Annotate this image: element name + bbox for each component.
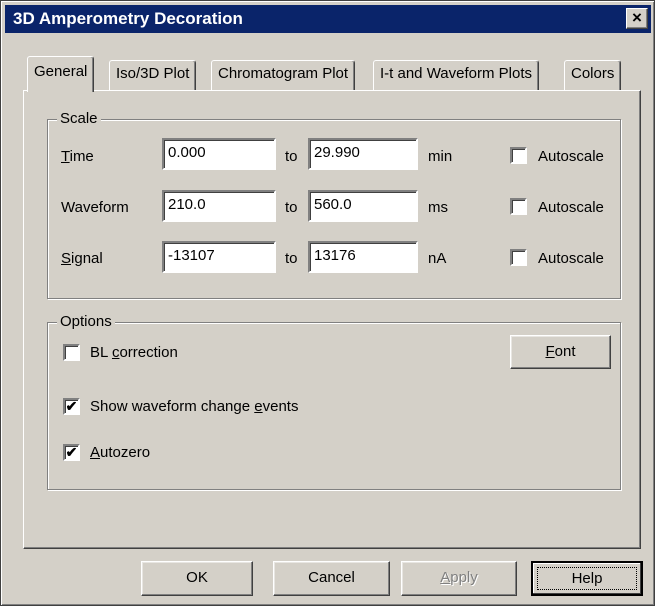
waveform-autoscale-checkbox[interactable]: [510, 198, 527, 215]
font-button-mnemonic: F: [545, 343, 555, 360]
time-from-input[interactable]: 0.000: [162, 138, 276, 170]
cancel-button-label: Cancel: [308, 569, 355, 586]
signal-label-mnemonic: S: [61, 250, 72, 267]
scale-group-label: Scale: [57, 110, 101, 127]
time-label-text: ime: [69, 148, 94, 165]
checkmark-icon: ✔: [65, 444, 78, 460]
autozero-checkbox[interactable]: ✔: [63, 444, 80, 461]
signal-label-text: ignal: [71, 250, 103, 267]
tab-colors-label: Colors: [571, 65, 615, 82]
time-to-input[interactable]: 29.990: [308, 138, 418, 170]
time-autoscale-label: Autoscale: [538, 148, 604, 165]
time-unit: min: [428, 148, 453, 165]
show-waveform-events-checkbox[interactable]: ✔: [63, 398, 80, 415]
signal-from-input[interactable]: -13107: [162, 241, 276, 273]
tab-iso-3d-plot-label: Iso/3D Plot: [116, 65, 190, 82]
signal-autoscale-checkbox[interactable]: [510, 249, 527, 266]
options-group-label: Options: [57, 313, 115, 330]
time-to-label: to: [285, 148, 298, 165]
close-icon: ×: [632, 8, 642, 27]
bl-correction-text-pre: BL: [90, 344, 112, 361]
checkmark-icon: ✔: [65, 398, 78, 414]
autozero-label: Autozero: [90, 444, 150, 461]
ok-button[interactable]: OK: [141, 561, 253, 596]
cancel-button[interactable]: Cancel: [273, 561, 390, 596]
apply-button-label: pply: [450, 569, 478, 586]
waveform-autoscale-label: Autoscale: [538, 199, 604, 216]
bl-correction-label: BL correction: [90, 344, 178, 361]
signal-autoscale-label: Autoscale: [538, 250, 604, 267]
tab-it-waveform-plots-label: I-t and Waveform Plots: [380, 65, 532, 82]
autozero-text: utozero: [100, 444, 151, 461]
time-label: Time: [61, 148, 94, 165]
tab-colors[interactable]: Colors: [564, 60, 622, 90]
title-bar[interactable]: 3D Amperometry Decoration ×: [5, 5, 651, 33]
bl-correction-text-post: orrection: [119, 344, 178, 361]
apply-button-mnemonic: A: [440, 569, 451, 586]
autozero-mnemonic: A: [90, 444, 101, 461]
waveform-to-input[interactable]: 560.0: [308, 190, 418, 222]
time-label-mnemonic: T: [61, 148, 70, 165]
font-button-label: ont: [554, 343, 576, 360]
bl-correction-checkbox[interactable]: [63, 344, 80, 361]
tab-chromatogram-plot[interactable]: Chromatogram Plot: [211, 60, 356, 90]
window-title: 3D Amperometry Decoration: [13, 9, 243, 28]
tab-general-label: General: [34, 63, 88, 80]
signal-unit: nA: [428, 250, 447, 267]
tab-it-waveform-plots[interactable]: I-t and Waveform Plots: [373, 60, 539, 90]
waveform-to-label: to: [285, 199, 298, 216]
show-waveform-text-pre: Show waveform change: [90, 398, 255, 415]
waveform-label-text: Waveform: [61, 199, 129, 216]
dialog-window: 3D Amperometry Decoration × General Iso/…: [0, 0, 655, 606]
close-button[interactable]: ×: [626, 8, 648, 29]
signal-to-input[interactable]: 13176: [308, 241, 418, 273]
show-waveform-events-label: Show waveform change events: [90, 398, 298, 415]
tab-chromatogram-plot-label: Chromatogram Plot: [218, 65, 349, 82]
waveform-from-input[interactable]: 210.0: [162, 190, 276, 222]
show-waveform-text-post: vents: [262, 398, 299, 415]
font-button[interactable]: Font: [510, 335, 611, 369]
help-button[interactable]: Help: [531, 561, 643, 596]
general-tab-panel: Scale Time 0.000 to 29.990 min Autoscale…: [23, 90, 641, 549]
waveform-label: Waveform: [61, 199, 129, 216]
waveform-unit: ms: [428, 199, 448, 216]
ok-button-label: OK: [186, 569, 208, 586]
tab-iso-3d-plot[interactable]: Iso/3D Plot: [109, 60, 197, 90]
tab-general[interactable]: General: [27, 56, 95, 92]
signal-to-label: to: [285, 250, 298, 267]
show-waveform-mnemonic: e: [254, 398, 263, 415]
signal-label: Signal: [61, 250, 103, 267]
help-button-label: Help: [571, 570, 603, 587]
time-autoscale-checkbox[interactable]: [510, 147, 527, 164]
apply-button[interactable]: Apply: [401, 561, 517, 596]
